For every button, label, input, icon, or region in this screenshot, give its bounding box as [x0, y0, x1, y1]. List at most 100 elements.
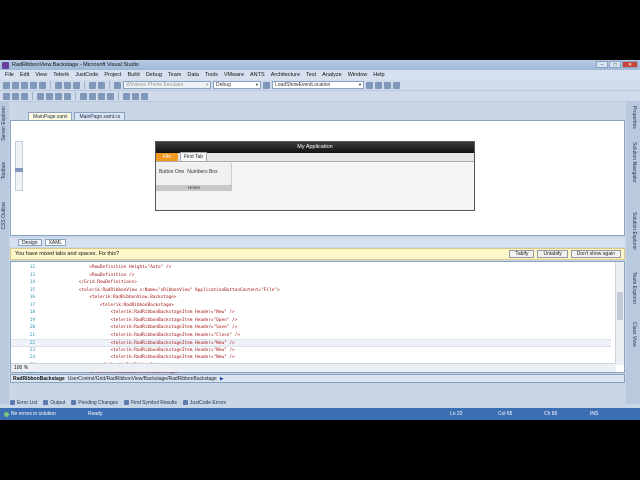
- ribbon-first-tab[interactable]: First Tab: [180, 152, 208, 161]
- menu-file[interactable]: File: [2, 72, 17, 78]
- menu-debug[interactable]: Debug: [143, 72, 165, 78]
- align-right-icon[interactable]: [21, 92, 28, 100]
- menu-team[interactable]: Team: [165, 72, 184, 78]
- tab-justcode-errors[interactable]: JustCode Errors: [182, 400, 226, 406]
- device-target-dropdown[interactable]: Windows Phone Emulator ▼: [123, 81, 211, 89]
- status-errors[interactable]: No errors in solution: [0, 411, 88, 417]
- bookmark-icon[interactable]: [80, 92, 87, 100]
- cut-icon[interactable]: [55, 81, 62, 89]
- menu-ants[interactable]: ANTS: [247, 72, 268, 78]
- new-project-icon[interactable]: [3, 81, 10, 89]
- code-line[interactable]: 22 <telerik:RadRibbonBackstageItem Heade…: [11, 339, 611, 347]
- solution-explorer-icon[interactable]: [366, 81, 373, 89]
- ribbon-file-tab[interactable]: File: [156, 153, 178, 161]
- find-dropdown[interactable]: LoadShowEventLocation ▼: [272, 81, 364, 89]
- tab-mainpage-xaml[interactable]: MainPage.xaml: [28, 112, 73, 120]
- uncomment-icon[interactable]: [46, 92, 53, 100]
- save-icon[interactable]: [30, 81, 37, 89]
- design-view-button[interactable]: Design: [18, 239, 42, 246]
- code-line[interactable]: 15 <telerik:RadRibbonView x:Name="xRibbo…: [11, 287, 611, 295]
- menu-help[interactable]: Help: [370, 72, 387, 78]
- button-one[interactable]: Button One: [159, 169, 184, 175]
- solution-explorer-tab[interactable]: Solution Explorer: [629, 212, 637, 250]
- add-item-icon[interactable]: [12, 81, 19, 89]
- menu-window[interactable]: Window: [345, 72, 371, 78]
- untabify-button[interactable]: Untabify: [537, 250, 568, 258]
- paste-icon[interactable]: [73, 81, 80, 89]
- object-browser-icon[interactable]: [384, 81, 391, 89]
- menu-justcode[interactable]: JustCode: [72, 72, 101, 78]
- code-line[interactable]: 18 <telerik:RadRibbonBackstageItem Heade…: [11, 309, 611, 317]
- tab-find-symbol-results[interactable]: Find Symbol Results: [124, 400, 177, 406]
- code-line[interactable]: 20 <telerik:RadRibbonBackstageItem Heade…: [11, 324, 611, 332]
- close-button[interactable]: ✕: [622, 61, 638, 68]
- menu-analyze[interactable]: Analyze: [319, 72, 345, 78]
- xaml-code-editor[interactable]: 12 <RowDefinition Height="Auto" /> 13 <Ro…: [10, 261, 625, 375]
- tab-mainpage-xaml-cs[interactable]: MainPage.xaml.cs: [74, 112, 126, 120]
- code-line[interactable]: 16 <telerik:RadRibbonView.Backstage>: [11, 294, 611, 302]
- properties-tab[interactable]: Properties: [629, 106, 637, 129]
- tabify-button[interactable]: Tabify: [509, 250, 535, 258]
- editor-vertical-scrollbar[interactable]: [615, 262, 624, 365]
- menu-edit[interactable]: Edit: [17, 72, 32, 78]
- code-line[interactable]: 14 </Grid.RowDefinitions>: [11, 279, 611, 287]
- properties-icon[interactable]: [375, 81, 382, 89]
- code-line[interactable]: 17 <telerik:RadRibbonBackstage>: [11, 302, 611, 310]
- team-explorer-tab[interactable]: Team Explorer: [629, 272, 637, 304]
- menu-architecture[interactable]: Architecture: [268, 72, 303, 78]
- tab-pending-changes[interactable]: Pending Changes: [71, 400, 118, 406]
- tab-output[interactable]: Output: [43, 400, 65, 406]
- start-debugging-icon[interactable]: [114, 81, 121, 89]
- zoom-icon[interactable]: [141, 92, 148, 100]
- indent-icon[interactable]: [55, 92, 62, 100]
- xaml-view-button[interactable]: XAML: [44, 239, 67, 246]
- previous-bookmark-icon[interactable]: [89, 92, 96, 100]
- redo-icon[interactable]: [98, 81, 105, 89]
- solution-navigator-tab[interactable]: Solution Navigator: [629, 142, 637, 183]
- menu-telerik[interactable]: Telerik: [50, 72, 72, 78]
- designer-zoom-slider[interactable]: [15, 141, 23, 191]
- menu-test[interactable]: Test: [303, 72, 319, 78]
- grid-icon[interactable]: [132, 92, 139, 100]
- layout-icon[interactable]: [123, 92, 130, 100]
- css-outline-tab[interactable]: CSS Outline: [1, 202, 8, 230]
- outdent-icon[interactable]: [64, 92, 71, 100]
- next-bookmark-icon[interactable]: [98, 92, 105, 100]
- editor-zoom-level[interactable]: 100 %: [11, 365, 31, 371]
- comment-icon[interactable]: [37, 92, 44, 100]
- find-in-files-icon[interactable]: [263, 81, 270, 89]
- code-line[interactable]: 21 <telerik:RadRibbonBackstageItem Heade…: [11, 332, 611, 340]
- menu-build[interactable]: Build: [124, 72, 142, 78]
- undo-icon[interactable]: [89, 81, 96, 89]
- tab-error-list[interactable]: Error List: [10, 400, 37, 406]
- align-center-icon[interactable]: [12, 92, 19, 100]
- maximize-button[interactable]: □: [609, 61, 621, 68]
- zoom-slider-thumb[interactable]: [15, 168, 23, 172]
- code-line[interactable]: 24 <telerik:RadRibbonBackstageItem Heade…: [11, 354, 611, 362]
- server-explorer-tab[interactable]: Server Explorer: [1, 106, 8, 141]
- editor-scroll-thumb[interactable]: [617, 292, 623, 320]
- class-view-tab[interactable]: Class View: [629, 322, 637, 347]
- breadcrumb-current[interactable]: RadRibbonBackstage: [13, 376, 65, 382]
- toolbox-icon[interactable]: [393, 81, 400, 89]
- breadcrumb-arrow-icon[interactable]: ▶: [220, 376, 224, 382]
- breadcrumb-path[interactable]: UserControl/Grid/RadRibbonView/Backstage…: [68, 376, 217, 382]
- code-line[interactable]: 23 <telerik:RadRibbonBackstageItem Heade…: [11, 347, 611, 355]
- open-file-icon[interactable]: [21, 81, 28, 89]
- clear-bookmarks-icon[interactable]: [107, 92, 114, 100]
- minimize-button[interactable]: –: [596, 61, 608, 68]
- solution-configuration-dropdown[interactable]: Debug ▼: [213, 81, 261, 89]
- code-line[interactable]: 12 <RowDefinition Height="Auto" />: [11, 264, 611, 272]
- menu-vmware[interactable]: VMware: [221, 72, 247, 78]
- dont-show-again-button[interactable]: Don't show again: [570, 250, 621, 258]
- code-line[interactable]: 19 <telerik:RadRibbonBackstageItem Heade…: [11, 317, 611, 325]
- numbers-box[interactable]: Numbers Box: [187, 169, 217, 175]
- code-line[interactable]: 13 <RowDefinition />: [11, 272, 611, 280]
- menu-project[interactable]: Project: [101, 72, 124, 78]
- menu-data[interactable]: Data: [184, 72, 202, 78]
- menu-view[interactable]: View: [32, 72, 50, 78]
- toolbox-tab[interactable]: Toolbox: [1, 162, 8, 179]
- save-all-icon[interactable]: [39, 81, 46, 89]
- align-left-icon[interactable]: [3, 92, 10, 100]
- copy-icon[interactable]: [64, 81, 71, 89]
